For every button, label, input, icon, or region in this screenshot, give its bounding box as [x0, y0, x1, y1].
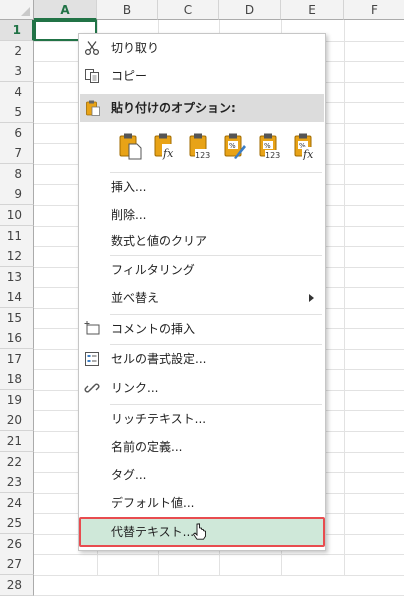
row-header-28[interactable]: 28: [0, 575, 34, 596]
menu-item-link-label: リンク...: [111, 381, 159, 395]
paste-options-group: fx 123 % % 123 % fx: [117, 132, 317, 164]
row-header-2[interactable]: 2: [0, 41, 34, 62]
row-header-11[interactable]: 11: [0, 226, 34, 247]
menu-item-insert[interactable]: 挿入...: [80, 173, 324, 201]
row-header-3[interactable]: 3: [0, 61, 34, 82]
row-header-25[interactable]: 25: [0, 513, 34, 534]
svg-text:fx: fx: [302, 148, 314, 160]
menu-item-define-name[interactable]: 名前の定義...: [80, 433, 324, 461]
row-header-6[interactable]: 6: [0, 123, 34, 144]
paste-formulas-icon[interactable]: fx: [152, 132, 178, 160]
menu-item-link[interactable]: リンク...: [80, 374, 324, 402]
row-header-12[interactable]: 12: [0, 246, 34, 267]
svg-text:%: %: [264, 142, 271, 150]
menu-item-copy[interactable]: コピー: [80, 62, 324, 90]
menu-item-format-cells-label: セルの書式設定...: [111, 352, 207, 366]
submenu-arrow-icon: [309, 294, 314, 302]
menu-item-tag[interactable]: タグ...: [80, 461, 324, 489]
menu-item-rich-text-label: リッチテキスト...: [111, 412, 207, 426]
menu-item-default-value[interactable]: デフォルト値...: [80, 489, 324, 517]
scissors-icon: [84, 41, 100, 56]
menu-item-clear-contents[interactable]: 数式と値のクリア: [80, 227, 324, 255]
menu-item-filtering[interactable]: フィルタリング: [80, 256, 324, 284]
column-header-e[interactable]: E: [281, 0, 344, 20]
row-header-19[interactable]: 19: [0, 390, 34, 411]
menu-item-define-name-label: 名前の定義...: [111, 440, 183, 454]
row-header-24[interactable]: 24: [0, 493, 34, 514]
svg-text:123: 123: [195, 151, 210, 160]
row-header-18[interactable]: 18: [0, 369, 34, 390]
paste-icon[interactable]: [117, 132, 143, 160]
column-header-d[interactable]: D: [219, 0, 281, 20]
menu-item-default-value-label: デフォルト値...: [111, 496, 195, 510]
menu-item-delete[interactable]: 削除...: [80, 201, 324, 229]
column-header-a[interactable]: A: [34, 0, 97, 20]
menu-item-insert-comment-label: コメントの挿入: [111, 322, 196, 336]
context-menu: 切り取り コピー 貼り付けのオプション: fx 123 % % 123 % fx…: [78, 33, 326, 551]
row-header-4[interactable]: 4: [0, 82, 34, 103]
format-cells-icon: [85, 352, 99, 366]
row-header-21[interactable]: 21: [0, 431, 34, 452]
mouse-cursor-icon: [193, 523, 206, 540]
menu-item-alt-text[interactable]: 代替テキスト...: [79, 517, 325, 547]
paste-values-icon[interactable]: 123: [187, 132, 213, 160]
column-header-b[interactable]: B: [97, 0, 158, 20]
row-header-16[interactable]: 16: [0, 328, 34, 349]
copy-icon: [85, 69, 99, 83]
menu-item-sort-label: 並べ替え: [111, 291, 160, 305]
row-header-7[interactable]: 7: [0, 143, 34, 164]
row-header-13[interactable]: 13: [0, 267, 34, 288]
column-header-f[interactable]: F: [344, 0, 404, 20]
menu-item-alt-text-label: 代替テキスト...: [111, 525, 195, 539]
menu-item-format-cells[interactable]: セルの書式設定...: [80, 345, 324, 373]
link-icon: [84, 383, 100, 393]
row-header-9[interactable]: 9: [0, 184, 34, 205]
row-header-5[interactable]: 5: [0, 102, 34, 123]
column-gridline: [344, 20, 345, 576]
column-header-c[interactable]: C: [158, 0, 219, 20]
svg-text:%: %: [229, 142, 236, 150]
row-header-26[interactable]: 26: [0, 534, 34, 555]
row-header-1[interactable]: 1: [0, 20, 34, 41]
paste-formulas-number-format-icon[interactable]: % fx: [292, 132, 318, 160]
row-header-27[interactable]: 27: [0, 554, 34, 575]
row-header-10[interactable]: 10: [0, 205, 34, 226]
paste-options-header: 貼り付けのオプション:: [80, 94, 324, 122]
menu-item-copy-label: コピー: [111, 69, 148, 83]
paste-formatting-icon[interactable]: %: [222, 132, 248, 160]
menu-item-tag-label: タグ...: [111, 468, 147, 482]
menu-item-insert-label: 挿入...: [111, 180, 147, 194]
row-header-14[interactable]: 14: [0, 287, 34, 308]
paste-values-number-format-icon[interactable]: % 123: [257, 132, 283, 160]
svg-text:fx: fx: [162, 147, 174, 160]
menu-item-delete-label: 削除...: [111, 208, 147, 222]
menu-item-cut-label: 切り取り: [111, 41, 160, 55]
select-all-corner[interactable]: [0, 0, 34, 20]
row-header-23[interactable]: 23: [0, 472, 34, 493]
row-header-20[interactable]: 20: [0, 410, 34, 431]
menu-item-insert-comment[interactable]: コメントの挿入: [80, 315, 324, 343]
menu-item-rich-text[interactable]: リッチテキスト...: [80, 405, 324, 433]
new-comment-icon: [84, 321, 100, 335]
row-header-8[interactable]: 8: [0, 164, 34, 185]
row-header-17[interactable]: 17: [0, 349, 34, 370]
row-header-15[interactable]: 15: [0, 308, 34, 329]
menu-item-cut[interactable]: 切り取り: [80, 34, 324, 62]
menu-item-clear-contents-label: 数式と値のクリア: [111, 234, 208, 248]
menu-item-sort[interactable]: 並べ替え: [80, 284, 324, 312]
paste-options-label: 貼り付けのオプション:: [111, 101, 236, 115]
menu-item-filtering-label: フィルタリング: [111, 263, 195, 277]
row-header-22[interactable]: 22: [0, 452, 34, 473]
svg-text:123: 123: [265, 151, 280, 160]
paste-clipboard-icon: [86, 100, 100, 116]
